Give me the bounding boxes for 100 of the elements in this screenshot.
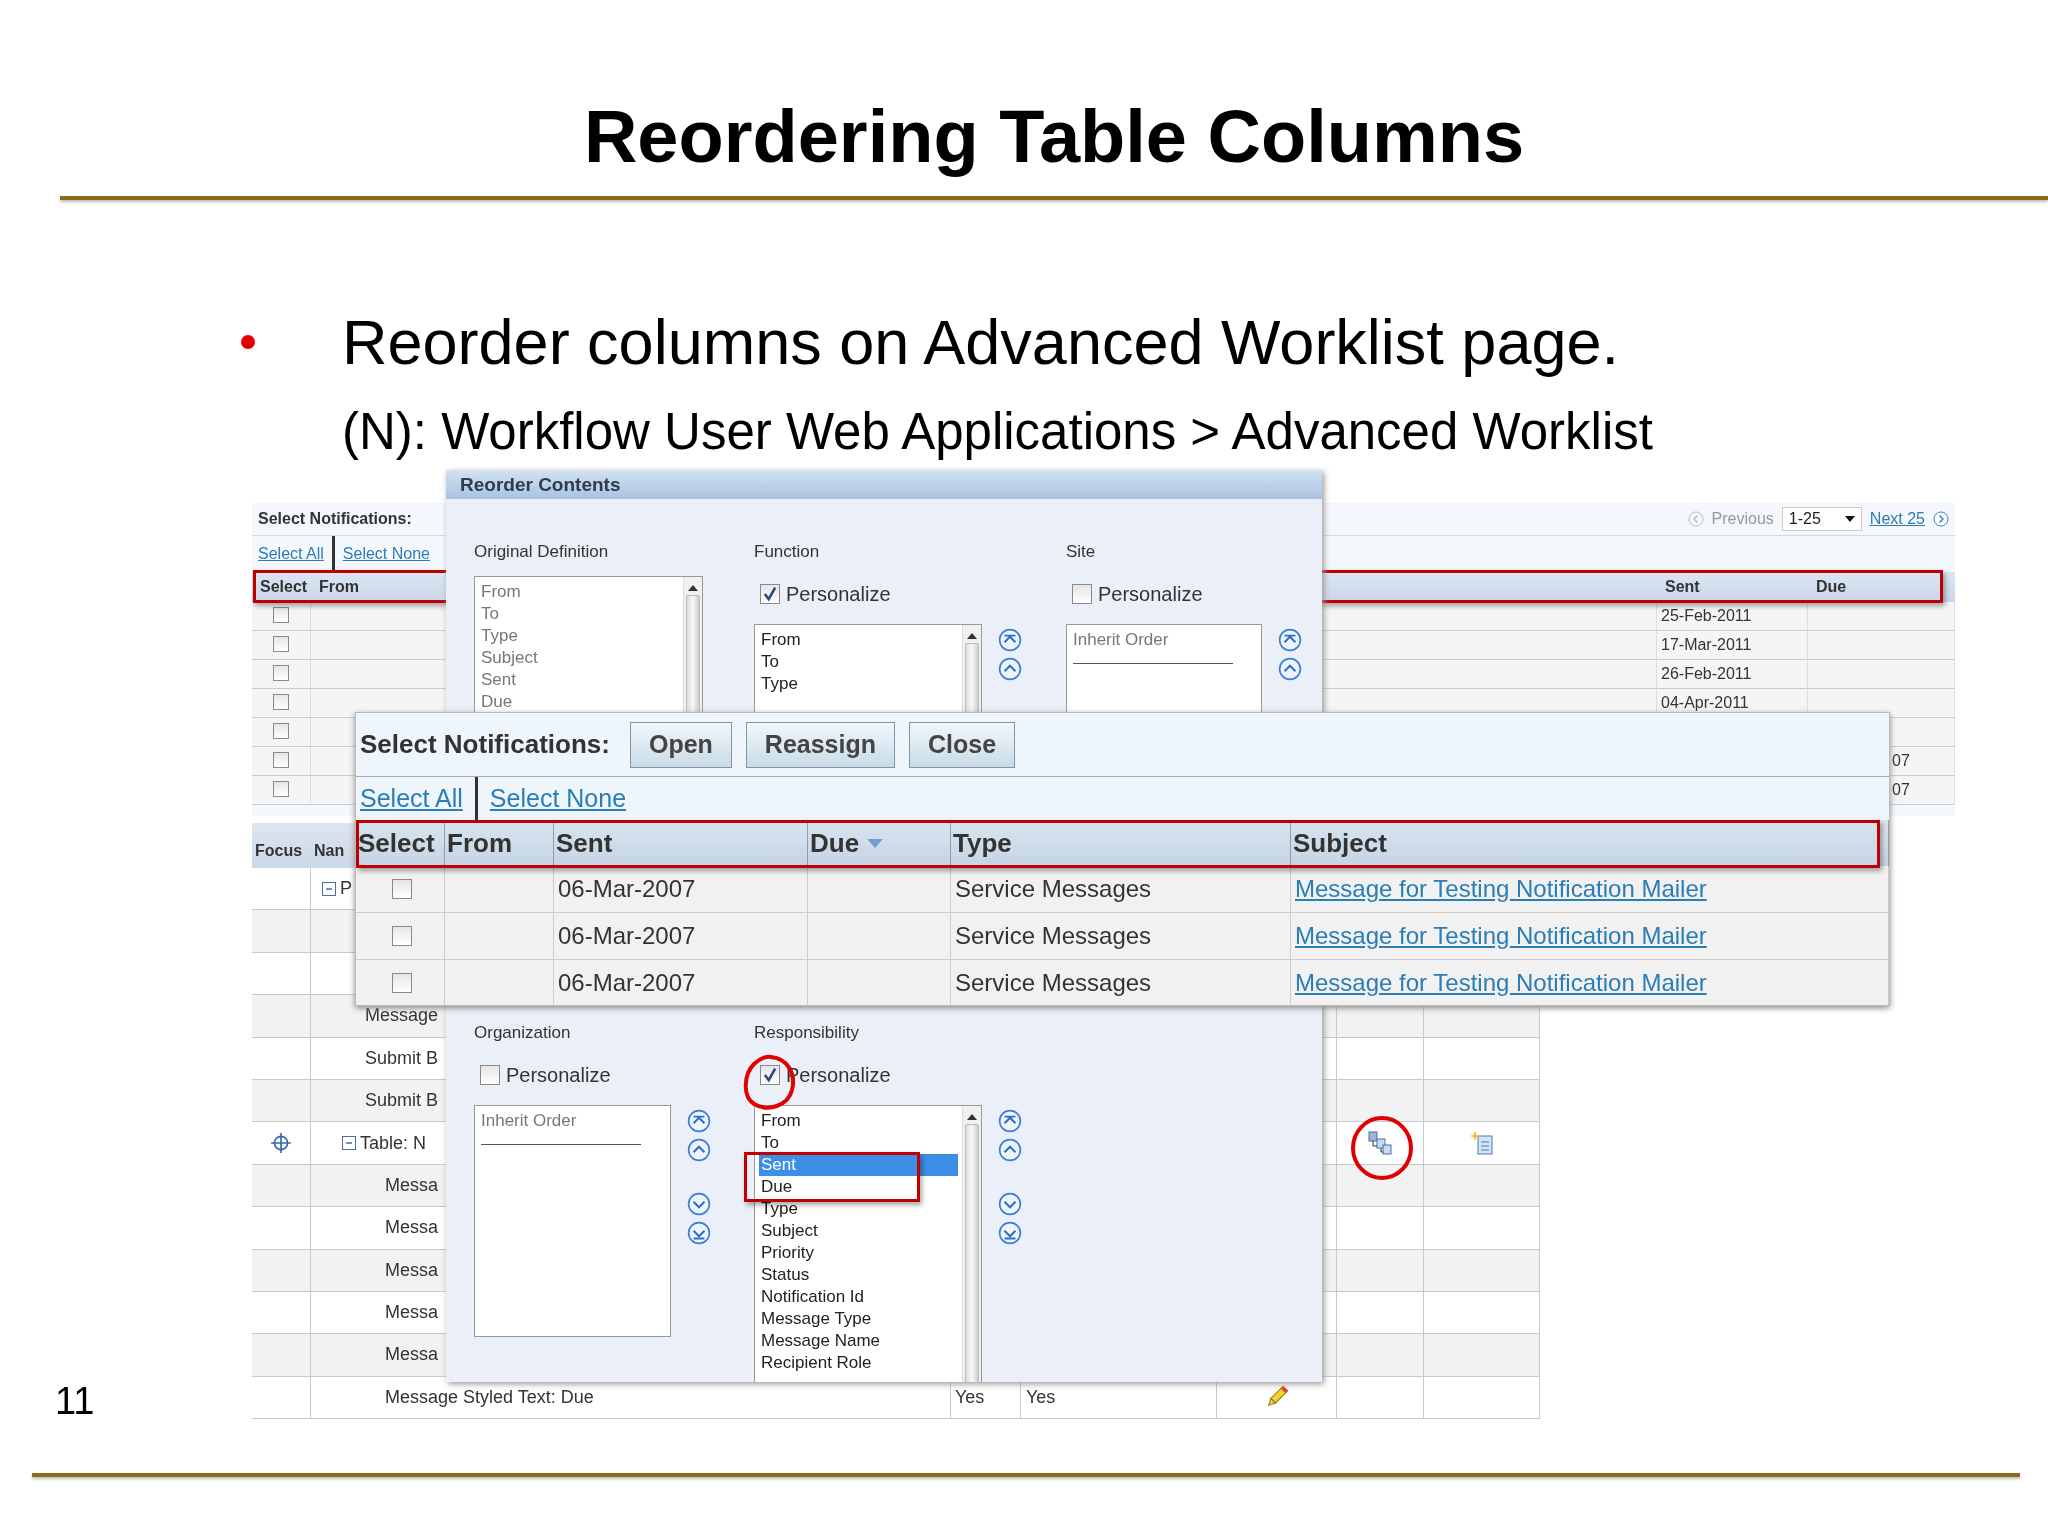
- table-cell: 06-Mar-2007: [554, 866, 808, 913]
- checkbox[interactable]: [392, 879, 412, 899]
- checkbox-label[interactable]: Personalize: [506, 1063, 611, 1087]
- move-down-icon[interactable]: [687, 1192, 711, 1216]
- collapse-icon[interactable]: [342, 1136, 356, 1151]
- tree-item: Messa: [385, 1174, 438, 1196]
- reorder-icon[interactable]: [1367, 1130, 1393, 1157]
- section-label: Select Notifications:: [360, 729, 610, 760]
- checkbox[interactable]: [1072, 584, 1092, 604]
- table-cell: 17-Mar-2011: [1657, 631, 1808, 660]
- list-box[interactable]: Inherit Order: [1066, 624, 1262, 712]
- list-option[interactable]: From: [759, 629, 958, 651]
- dialog-title: Reorder Contents: [446, 470, 1322, 499]
- checkbox[interactable]: [760, 584, 780, 604]
- list-option[interactable]: Type: [759, 1198, 958, 1220]
- list-option[interactable]: To: [759, 651, 958, 673]
- checkbox[interactable]: [480, 1065, 500, 1085]
- list-option[interactable]: Subject: [759, 1220, 958, 1242]
- move-up-icon[interactable]: [1278, 657, 1302, 681]
- checkbox[interactable]: [392, 926, 412, 946]
- move-up-icon[interactable]: [998, 1138, 1022, 1162]
- move-top-icon[interactable]: [998, 1109, 1022, 1133]
- tree-item: Submit B: [365, 1047, 439, 1069]
- move-up-icon[interactable]: [687, 1138, 711, 1162]
- list-option[interactable]: Message Type: [759, 1308, 958, 1330]
- navigation-path: (N): Workflow User Web Applications > Advanced Worklist: [342, 402, 1654, 461]
- list-option[interactable]: Status: [759, 1264, 958, 1286]
- checkbox[interactable]: [760, 1065, 780, 1085]
- table-cell: Service Messages: [951, 866, 1291, 913]
- table-cell: 25-Feb-2011: [1657, 602, 1808, 631]
- range-dropdown[interactable]: 1-25: [1781, 507, 1862, 531]
- checkbox[interactable]: [273, 665, 289, 681]
- bullet-icon: [241, 335, 255, 349]
- column-header[interactable]: Subject: [1291, 820, 1889, 866]
- list-option: From: [479, 581, 679, 603]
- checkbox[interactable]: [392, 973, 412, 993]
- scroll-bar[interactable]: [962, 1106, 981, 1382]
- subject-link[interactable]: Message for Testing Notification Mailer: [1295, 875, 1707, 903]
- checkbox[interactable]: [273, 694, 289, 710]
- checkbox[interactable]: [273, 607, 289, 623]
- bullet-text: Reorder columns on Advanced Worklist page.: [342, 306, 1619, 378]
- table-cell: 26-Feb-2011: [1657, 660, 1808, 689]
- tree-item: Message Styled Text: Due: [385, 1386, 594, 1408]
- checkbox[interactable]: [273, 781, 289, 797]
- list-option[interactable]: Notification Id: [759, 1286, 958, 1308]
- tree-item: Messa: [385, 1302, 438, 1324]
- move-bottom-icon[interactable]: [687, 1221, 711, 1245]
- tree-item: P: [340, 878, 352, 900]
- focus-icon[interactable]: [270, 1132, 292, 1155]
- list-box[interactable]: From To Type Subject Sent Due: [474, 576, 703, 712]
- list-option[interactable]: Recipient Role: [759, 1352, 958, 1374]
- action-button[interactable]: Close: [909, 721, 1016, 768]
- move-down-icon[interactable]: [998, 1192, 1022, 1216]
- caret-icon: [1844, 516, 1855, 522]
- action-button[interactable]: Reassign: [745, 721, 895, 768]
- tree-item: Messa: [385, 1259, 438, 1281]
- tree-item: Messa: [385, 1217, 438, 1239]
- tree-item: Table: N: [360, 1132, 427, 1154]
- tree-item: Message: [365, 1005, 439, 1027]
- list-option[interactable]: To: [759, 1132, 958, 1154]
- move-top-icon[interactable]: [998, 628, 1022, 652]
- list-box[interactable]: Inherit Order: [474, 1105, 671, 1337]
- move-up-icon[interactable]: [998, 657, 1022, 681]
- move-bottom-icon[interactable]: [998, 1221, 1022, 1245]
- select-all-link[interactable]: Select All: [360, 784, 463, 813]
- list-option[interactable]: Priority: [759, 1242, 958, 1264]
- checkbox[interactable]: [273, 752, 289, 768]
- list-option: To: [479, 603, 679, 625]
- collapse-icon[interactable]: [322, 881, 336, 896]
- level-label: Original Definition: [474, 542, 610, 563]
- checkbox-label[interactable]: Personalize: [1098, 582, 1203, 606]
- subject-link[interactable]: Message for Testing Notification Mailer: [1295, 922, 1707, 950]
- section-label: Select Notifications:: [258, 510, 412, 528]
- table-cell: 06-Mar-2007: [554, 960, 808, 1005]
- list-option[interactable]: Message Name: [759, 1330, 958, 1352]
- list-option: Sent: [479, 669, 679, 691]
- checkbox[interactable]: [273, 723, 289, 739]
- column-header: Focus: [252, 823, 311, 868]
- move-top-icon[interactable]: [687, 1109, 711, 1133]
- select-all-link[interactable]: Select All: [258, 545, 324, 563]
- next-icon[interactable]: [1933, 511, 1949, 527]
- next-link[interactable]: Next 25: [1869, 510, 1925, 528]
- checkbox-label[interactable]: Personalize: [786, 582, 891, 606]
- move-top-icon[interactable]: [1278, 628, 1302, 652]
- list-box[interactable]: From To Type: [754, 624, 982, 712]
- list-option[interactable]: Type: [759, 673, 958, 695]
- list-option: Inherit Order: [1071, 629, 1257, 651]
- list-box[interactable]: From To Sent Due Type Subject Priority Status Notification Id Message Type Message Name Recipient Role: [754, 1105, 982, 1382]
- table-cell: 06-Mar-2007: [554, 913, 808, 960]
- action-button[interactable]: Open: [629, 721, 732, 768]
- table-cell: Service Messages: [951, 960, 1291, 1005]
- table-cell: Service Messages: [951, 913, 1291, 960]
- list-option[interactable]: Due: [759, 1176, 958, 1198]
- list-option: Subject: [479, 647, 679, 669]
- level-label: Responsibility: [754, 1023, 860, 1044]
- select-none-link[interactable]: Select None: [489, 784, 627, 813]
- checkbox[interactable]: [273, 636, 289, 652]
- select-none-link[interactable]: Select None: [342, 545, 430, 563]
- list-option[interactable]: From: [759, 1110, 958, 1132]
- subject-link[interactable]: Message for Testing Notification Mailer: [1295, 969, 1707, 997]
